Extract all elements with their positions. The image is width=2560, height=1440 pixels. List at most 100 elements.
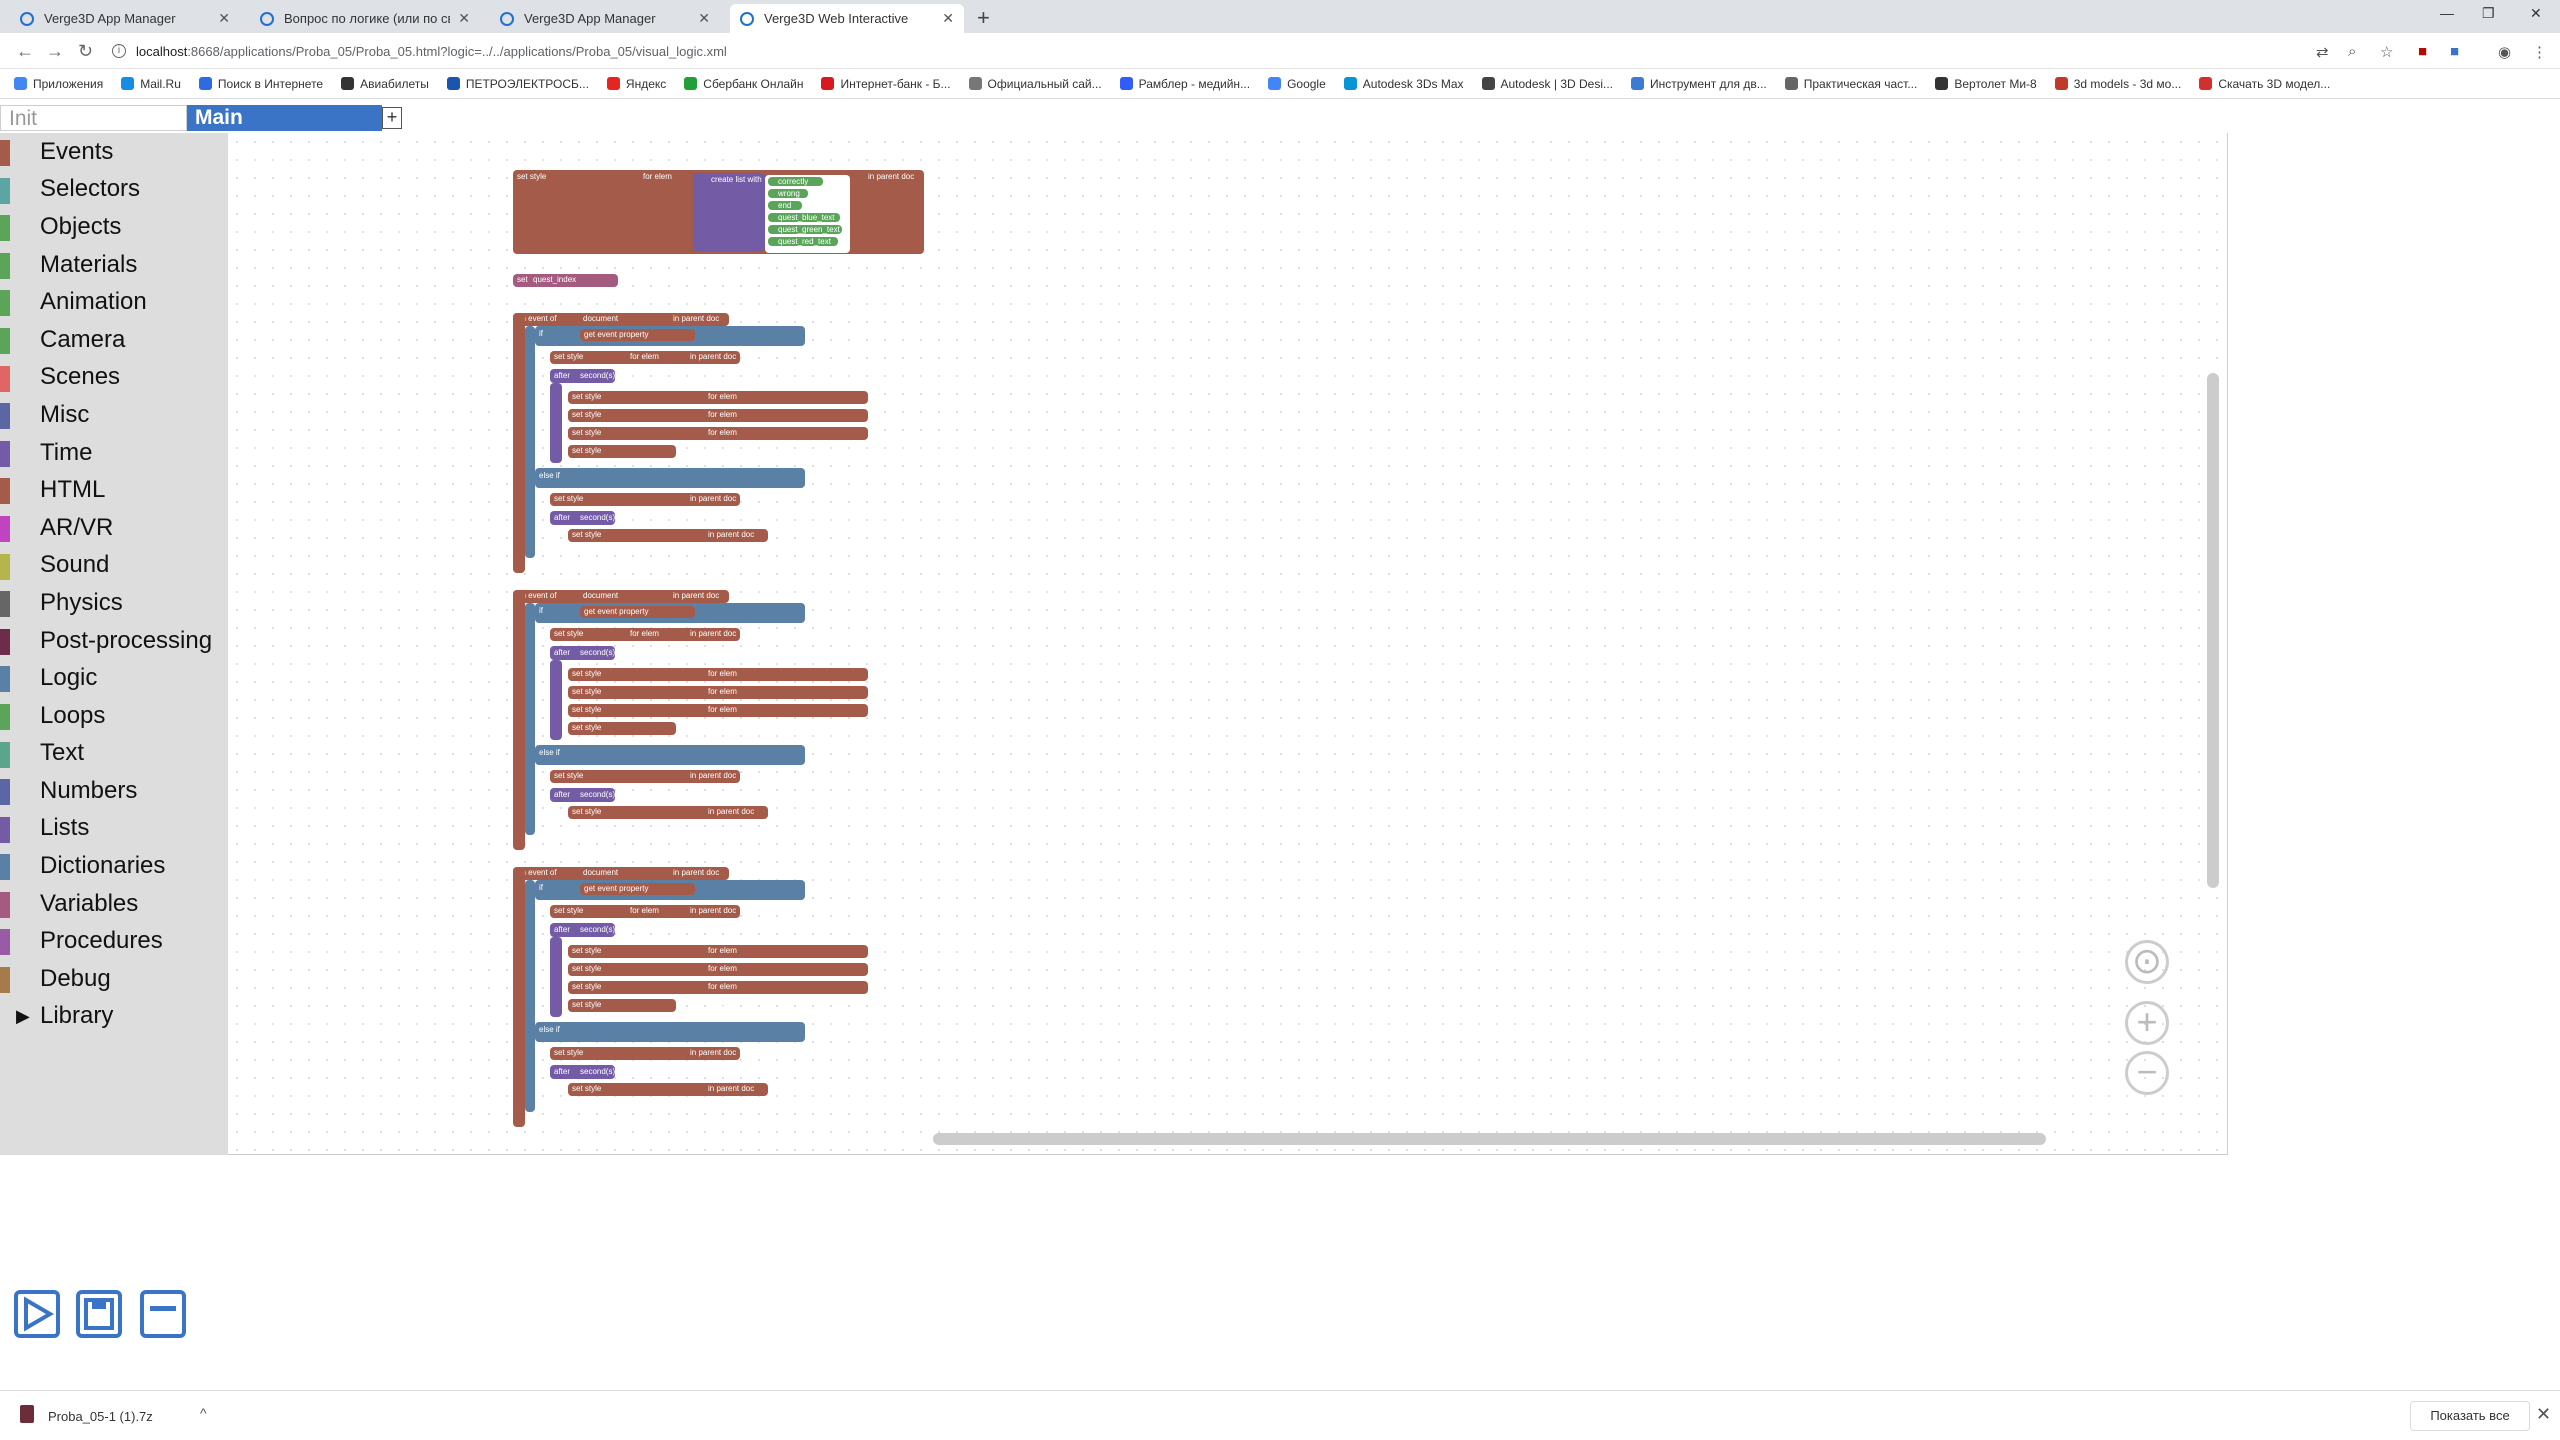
star-icon[interactable]: ☆ <box>2380 43 2393 61</box>
toolbox-category-misc[interactable]: Misc <box>0 396 228 434</box>
bookmark-item[interactable]: Поиск в Интернете <box>198 77 323 91</box>
bookmark-item[interactable]: Практическая част... <box>1784 77 1917 91</box>
chevron-up-icon[interactable]: ^ <box>200 1405 207 1421</box>
set-style-block[interactable]: set style for elem <box>568 981 868 994</box>
toolbox-category-animation[interactable]: Animation <box>0 283 228 321</box>
bookmark-item[interactable]: Официальный сай... <box>968 77 1102 91</box>
zoom-in-icon[interactable]: + <box>2125 1001 2169 1045</box>
set-style-block[interactable]: set style for elem <box>568 686 868 699</box>
horizontal-scrollbar[interactable] <box>933 1133 2046 1145</box>
close-icon[interactable]: ✕ <box>698 10 710 27</box>
toolbox-category-scenes[interactable]: Scenes <box>0 359 228 397</box>
after-block[interactable]: after second(s) <box>550 1065 615 1079</box>
set-style-block[interactable]: set style for elem <box>568 445 737 458</box>
toolbox-category-physics[interactable]: Physics <box>0 584 228 622</box>
else-if-condition[interactable]: else if <box>535 468 805 488</box>
bookmark-item[interactable]: Рамблер - медийн... <box>1119 77 1250 91</box>
menu-icon[interactable]: ⋮ <box>2532 43 2547 61</box>
set-style-block[interactable]: set style for elem in parent doc <box>550 351 740 364</box>
toolbox-category-debug[interactable]: Debug <box>0 960 228 998</box>
tab-main[interactable]: Main <box>187 105 382 131</box>
vertical-scrollbar[interactable] <box>2207 373 2219 888</box>
toolbox-category-materials[interactable]: Materials <box>0 246 228 284</box>
close-icon[interactable]: ✕ <box>2536 1404 2551 1425</box>
text-block[interactable]: wrong <box>768 189 808 198</box>
set-style-block[interactable]: set style for elem <box>568 668 868 681</box>
toolbox-category-lists[interactable]: Lists <box>0 810 228 848</box>
bookmark-item[interactable]: Autodesk | 3D Desi... <box>1481 77 1613 91</box>
bookmark-item[interactable]: Интернет-банк - Б... <box>821 77 951 91</box>
text-block[interactable]: end <box>768 201 802 210</box>
if-block-body[interactable] <box>525 326 535 558</box>
toolbox-category-numbers[interactable]: Numbers <box>0 772 228 810</box>
browser-tab[interactable]: Вопрос по логике (или по связ... ✕ <box>250 4 480 33</box>
profile-icon[interactable]: ◉ <box>2498 43 2511 61</box>
set-style-block[interactable]: set style for elem <box>568 722 737 735</box>
set-style-block[interactable]: set style in parent doc <box>568 1083 768 1096</box>
after-do-body[interactable] <box>550 660 562 740</box>
set-style-block[interactable]: set style for elem <box>568 999 737 1012</box>
toolbox-category-post-processing[interactable]: Post-processing <box>0 622 228 660</box>
new-tab-button[interactable]: + <box>977 5 990 31</box>
info-icon[interactable]: i <box>112 44 126 58</box>
toolbox-category-events[interactable]: Events <box>0 133 228 171</box>
bookmark-item[interactable]: Яндекс <box>606 77 666 91</box>
zoom-icon[interactable]: ⌕ <box>2348 43 2356 60</box>
toolbox-category-loops[interactable]: Loops <box>0 697 228 735</box>
text-block[interactable]: quest_green_text <box>768 225 842 234</box>
bookmark-item[interactable]: 3d models - 3d мо... <box>2054 77 2181 91</box>
after-do-body[interactable] <box>550 383 562 463</box>
else-if-condition[interactable]: else if <box>535 745 805 765</box>
get-event-property-block[interactable]: get event property <box>580 606 695 618</box>
on-event-body[interactable] <box>513 867 525 1127</box>
close-icon[interactable]: ✕ <box>942 10 954 27</box>
on-event-block[interactable]: on event of document in parent doc <box>513 867 729 880</box>
toolbox-category-logic[interactable]: Logic <box>0 659 228 697</box>
save-button[interactable] <box>76 1290 122 1338</box>
after-block[interactable]: after second(s) <box>550 369 615 383</box>
after-block[interactable]: after second(s) <box>550 646 615 660</box>
get-event-property-block[interactable]: get event property <box>580 883 695 895</box>
set-style-block[interactable]: set style for elem <box>568 963 868 976</box>
set-style-block[interactable]: set style for elem <box>568 409 868 422</box>
on-event-body[interactable] <box>513 313 525 573</box>
bookmark-item[interactable]: Mail.Ru <box>121 77 181 91</box>
after-block[interactable]: after second(s) <box>550 923 615 937</box>
browser-tab-active[interactable]: Verge3D Web Interactive ✕ <box>730 4 964 33</box>
toolbox-category-camera[interactable]: Camera <box>0 321 228 359</box>
set-style-block[interactable]: set style in parent doc <box>550 493 740 506</box>
show-all-button[interactable]: Показать все <box>2410 1401 2530 1431</box>
toolbox-category-ar-vr[interactable]: AR/VR <box>0 509 228 547</box>
restore-button[interactable]: ❐ <box>2482 5 2495 22</box>
bookmark-item[interactable]: Autodesk 3Ds Max <box>1343 77 1464 91</box>
set-variable-block[interactable]: set quest_index <box>513 274 618 287</box>
set-style-block[interactable]: set style in parent doc <box>550 770 740 783</box>
on-event-block[interactable]: on event of document in parent doc <box>513 590 729 603</box>
reload-icon[interactable]: ↻ <box>78 41 93 62</box>
on-event-block[interactable]: on event of document in parent doc <box>513 313 729 326</box>
toolbox-category-procedures[interactable]: Procedures <box>0 922 228 960</box>
bookmark-item[interactable]: Авиабилеты <box>341 77 429 91</box>
after-block[interactable]: after second(s) <box>550 788 615 802</box>
set-style-block[interactable]: set style for elem in parent doc <box>550 905 740 918</box>
minimize-button[interactable]: — <box>2440 5 2454 21</box>
extension-icon[interactable]: ■ <box>2450 43 2459 60</box>
set-style-block[interactable]: set style in parent doc <box>568 806 768 819</box>
toolbox-category-variables[interactable]: Variables <box>0 885 228 923</box>
toolbox-category-time[interactable]: Time <box>0 434 228 472</box>
close-icon[interactable]: ✕ <box>458 10 470 27</box>
menu-button[interactable] <box>140 1290 186 1338</box>
bookmark-item[interactable]: Google <box>1268 77 1326 91</box>
browser-tab[interactable]: Verge3D App Manager ✕ <box>490 4 720 33</box>
zoom-out-icon[interactable]: − <box>2125 1051 2169 1095</box>
toolbox-category-html[interactable]: HTML <box>0 471 228 509</box>
address-bar[interactable]: i localhost:8668/applications/Proba_05/P… <box>112 38 2312 64</box>
bookmark-item[interactable]: Вертолет Ми-8 <box>1935 77 2037 91</box>
set-style-block[interactable]: set style in parent doc <box>568 529 768 542</box>
browser-tab[interactable]: Verge3D App Manager ✕ <box>10 4 240 33</box>
else-if-condition[interactable]: else if <box>535 1022 805 1042</box>
tab-init[interactable]: Init <box>0 105 187 131</box>
get-event-property-block[interactable]: get event property <box>580 329 695 341</box>
text-block[interactable]: quest_red_text <box>768 237 838 246</box>
text-block[interactable]: quest_blue_text <box>768 213 840 222</box>
